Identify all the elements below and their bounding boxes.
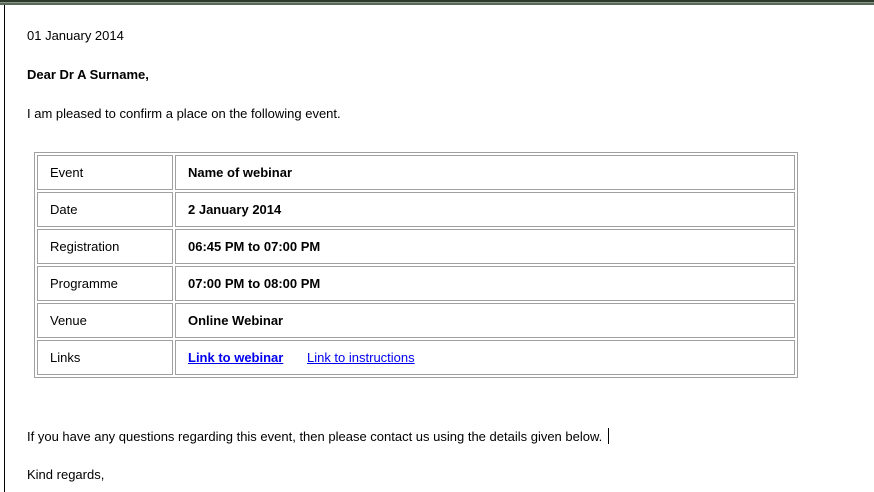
webinar-link[interactable]: Link to webinar xyxy=(188,350,283,365)
instructions-link[interactable]: Link to instructions xyxy=(307,350,415,365)
row-label-venue: Venue xyxy=(37,303,173,338)
table-row: Venue Online Webinar xyxy=(37,303,795,338)
signoff: Kind regards, xyxy=(27,467,105,482)
table-row: Registration 06:45 PM to 07:00 PM xyxy=(37,229,795,264)
event-date-value: 2 January 2014 xyxy=(175,192,795,227)
event-details-table: Event Name of webinar Date 2 January 201… xyxy=(34,152,798,378)
closing-paragraph-text: If you have any questions regarding this… xyxy=(27,429,603,444)
registration-time-value: 06:45 PM to 07:00 PM xyxy=(175,229,795,264)
venue-value: Online Webinar xyxy=(175,303,795,338)
table-row: Programme 07:00 PM to 08:00 PM xyxy=(37,266,795,301)
row-label-programme: Programme xyxy=(37,266,173,301)
programme-time-value: 07:00 PM to 08:00 PM xyxy=(175,266,795,301)
event-name-value: Name of webinar xyxy=(175,155,795,190)
row-label-links: Links xyxy=(37,340,173,375)
table-row: Date 2 January 2014 xyxy=(37,192,795,227)
table-row: Event Name of webinar xyxy=(37,155,795,190)
row-label-date: Date xyxy=(37,192,173,227)
row-label-registration: Registration xyxy=(37,229,173,264)
salutation: Dear Dr A Surname, xyxy=(27,67,149,82)
email-document: 01 January 2014 Dear Dr A Surname, I am … xyxy=(0,0,874,492)
letter-date: 01 January 2014 xyxy=(27,28,124,43)
closing-paragraph[interactable]: If you have any questions regarding this… xyxy=(27,428,610,444)
text-cursor xyxy=(608,428,610,444)
intro-paragraph: I am pleased to confirm a place on the f… xyxy=(27,106,341,121)
table-row: Links Link to webinar Link to instructio… xyxy=(37,340,795,375)
row-label-event: Event xyxy=(37,155,173,190)
links-cell: Link to webinar Link to instructions xyxy=(175,340,795,375)
